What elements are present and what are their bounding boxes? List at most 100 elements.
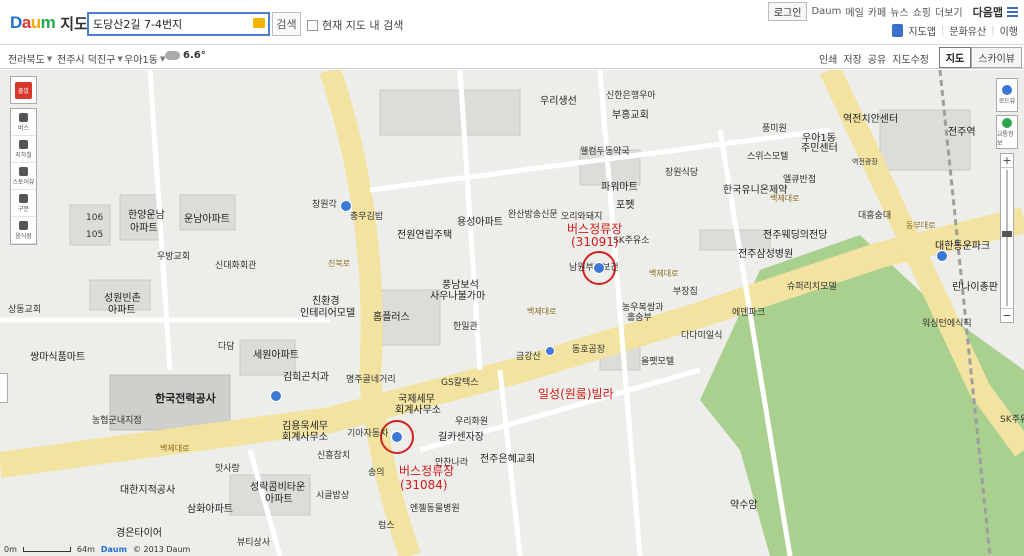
place-label[interactable]: 창원각 xyxy=(312,197,337,210)
map-canvas[interactable]: 106 105 한양운남 아파트 운남아파트 우방교회 신대화회관 성원빈촌 아… xyxy=(0,70,1024,556)
place-label[interactable]: 길카센자장 xyxy=(438,428,484,443)
place-label[interactable]: 회계사무소 xyxy=(282,428,328,443)
place-label[interactable]: 106 xyxy=(86,213,103,223)
place-label[interactable]: 뷰티상사 xyxy=(237,535,270,548)
more-link[interactable]: 더보기 xyxy=(935,4,963,19)
place-label[interactable]: 완산방송신문 xyxy=(508,207,558,220)
place-label[interactable]: 아파트 xyxy=(108,301,136,316)
place-label[interactable]: SK주유 xyxy=(1000,412,1024,425)
daum-map-logo[interactable]: Daum 지도 xyxy=(10,12,88,34)
place-label[interactable]: 대한지적공사 xyxy=(120,481,175,496)
in-map-search-checkbox[interactable]: 현재 지도 내 검색 xyxy=(307,17,403,33)
place-label[interactable]: 워싱턴에식직 xyxy=(922,316,972,329)
place-label[interactable]: 스위스모텔 xyxy=(747,149,788,162)
measure-tool-button[interactable]: 구분 xyxy=(11,190,36,217)
weather-widget[interactable]: 6.6° xyxy=(165,50,206,61)
place-label[interactable]: 쌍마식품마트 xyxy=(30,348,85,363)
place-label[interactable]: 맛사랑 xyxy=(215,461,240,474)
search-input[interactable] xyxy=(89,14,249,34)
bus-tool-button[interactable]: 버스 xyxy=(11,109,36,136)
place-label[interactable]: 슈퍼리치모델 xyxy=(787,279,837,292)
place-label[interactable]: 에덴파크 xyxy=(732,305,765,318)
bus-stop-icon[interactable] xyxy=(270,390,282,402)
place-label[interactable]: 약수암 xyxy=(730,496,758,511)
place-label[interactable]: 우방교회 xyxy=(157,249,190,262)
storeview-tool-button[interactable]: 스토어뷰 xyxy=(11,163,36,190)
roadview-button[interactable]: 로드뷰 xyxy=(996,78,1018,112)
place-label[interactable]: 농협군내지점 xyxy=(92,413,142,426)
place-label[interactable]: 인테리어모델 xyxy=(300,304,355,319)
place-label[interactable]: 신대화회관 xyxy=(215,258,256,271)
culture-link[interactable]: 문화유산 xyxy=(949,23,986,38)
place-label[interactable]: 홈플러스 xyxy=(373,308,410,323)
region-select-dong[interactable]: 우아1동 ▼ xyxy=(124,51,165,67)
place-label[interactable]: 신흥참치 xyxy=(317,448,350,461)
login-button[interactable]: 로그인 xyxy=(767,2,808,21)
place-label[interactable]: 전주은혜교회 xyxy=(480,450,535,465)
place-label[interactable]: 한국전력공사 xyxy=(155,390,216,406)
place-label[interactable]: 삼화아파트 xyxy=(187,500,233,515)
all-services-link[interactable]: 다음맵 xyxy=(973,4,1003,20)
link-daum[interactable]: Daum xyxy=(811,6,841,17)
place-label[interactable]: 사우나불가마 xyxy=(430,287,485,302)
place-label[interactable]: 상동교회 xyxy=(8,302,41,315)
place-label[interactable]: 신한은행우아 xyxy=(606,88,656,101)
search-box[interactable] xyxy=(87,12,270,36)
place-label[interactable]: 세원아파트 xyxy=(253,346,299,361)
link-cafe[interactable]: 카페 xyxy=(868,4,886,19)
place-label[interactable]: 동호곰장 xyxy=(572,342,605,355)
place-label[interactable]: 우리화원 xyxy=(455,414,488,427)
map-view-button[interactable]: 지도 xyxy=(938,47,972,68)
zoom-in-button[interactable]: + xyxy=(1001,154,1013,168)
place-label[interactable]: 부장집 xyxy=(673,284,698,297)
region-select-province[interactable]: 전라북도 ▼ xyxy=(8,51,52,67)
place-label[interactable]: 전주삼성병원 xyxy=(738,245,793,260)
place-label[interactable]: 시골밥상 xyxy=(316,488,349,501)
place-label[interactable]: 럼스 xyxy=(378,518,395,531)
subway-tool-button[interactable]: 지하철 xyxy=(11,136,36,163)
keyboard-icon[interactable] xyxy=(253,18,265,28)
place-label[interactable]: 한일관 xyxy=(453,319,478,332)
region-select-city[interactable]: 전주시 덕진구 ▼ xyxy=(57,51,123,67)
place-label[interactable]: 파워마트 xyxy=(601,178,638,193)
place-label[interactable]: GS칼텍스 xyxy=(441,375,479,388)
location-pin-icon[interactable] xyxy=(545,346,555,356)
link-news[interactable]: 뉴스 xyxy=(890,4,908,19)
restaurant-tool-button[interactable]: 음식점 xyxy=(11,217,36,244)
link-mail[interactable]: 메일 xyxy=(845,4,863,19)
place-label[interactable]: 운남아파트 xyxy=(184,210,230,225)
place-label[interactable]: 김희곤치과 xyxy=(283,368,329,383)
place-label[interactable]: 아파트 xyxy=(265,490,293,505)
place-label[interactable]: 금강산 xyxy=(516,349,541,362)
place-label[interactable]: 경은타이어 xyxy=(116,524,162,539)
route-link[interactable]: 이행 xyxy=(1000,23,1018,38)
place-label[interactable]: 전주역 xyxy=(948,123,976,138)
skyview-button[interactable]: 스카이뷰 xyxy=(971,47,1022,68)
start-stamp-button[interactable]: 출발 xyxy=(10,76,37,104)
place-label[interactable]: 용성아파트 xyxy=(457,213,503,228)
zoom-track[interactable] xyxy=(1006,170,1008,306)
map-app-link[interactable]: 지도앱 xyxy=(908,23,936,38)
print-button[interactable]: 인쇄 xyxy=(819,51,837,66)
place-label[interactable]: 우리생선 xyxy=(540,92,577,107)
edit-map-button[interactable]: 지도수정 xyxy=(892,51,929,66)
zoom-slider-handle[interactable] xyxy=(1002,231,1012,237)
place-label[interactable]: 역전치안센터 xyxy=(843,110,898,125)
place-label[interactable]: 아파트 xyxy=(130,219,158,234)
place-label[interactable]: 105 xyxy=(86,230,103,240)
bus-stop-icon[interactable] xyxy=(340,200,352,212)
save-button[interactable]: 저장 xyxy=(843,51,861,66)
side-panel-toggle[interactable] xyxy=(0,373,8,403)
menu-icon[interactable] xyxy=(1007,6,1018,17)
zoom-out-button[interactable]: − xyxy=(1001,308,1013,322)
place-label[interactable]: 대흥숭대 xyxy=(858,208,891,221)
place-label[interactable]: 역전광장 xyxy=(852,157,878,167)
place-label[interactable]: 엘큐반점 xyxy=(783,172,816,185)
place-label[interactable]: 풍미원 xyxy=(762,121,787,134)
place-label[interactable]: 다다미일식 xyxy=(681,328,722,341)
place-label[interactable]: 홀숨부 xyxy=(627,310,652,323)
place-label[interactable]: 웰컴두동약국 xyxy=(580,144,630,157)
place-label[interactable]: 전주웨딩의전당 xyxy=(763,226,827,241)
place-label[interactable]: 충무김밥 xyxy=(350,209,383,222)
place-label[interactable]: 부흥교회 xyxy=(612,106,649,121)
